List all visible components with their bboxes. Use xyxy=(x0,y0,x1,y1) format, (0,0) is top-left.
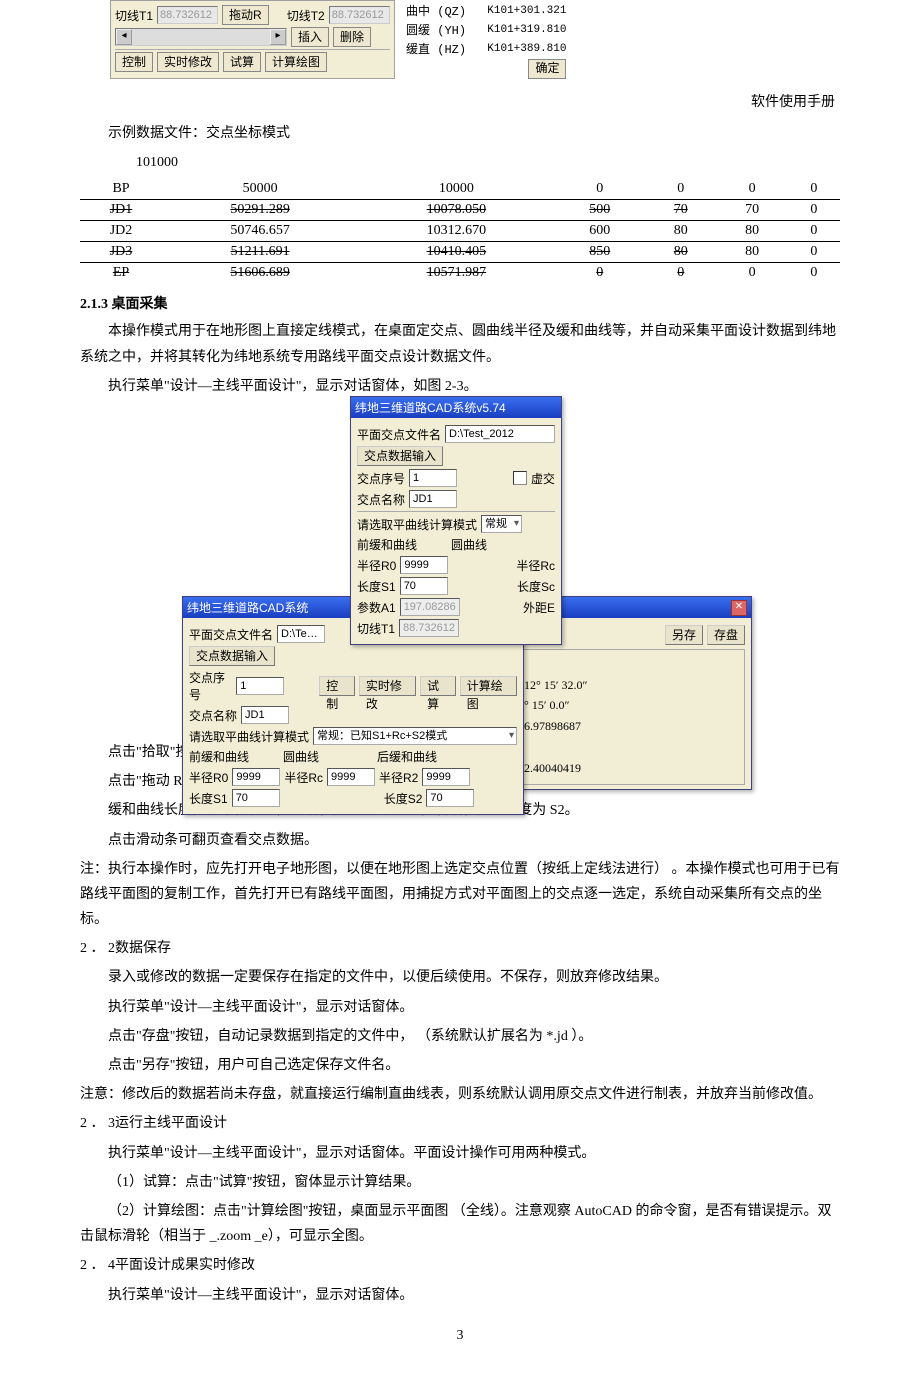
file-label: 平面交点文件名 xyxy=(357,426,441,443)
t2-field[interactable]: 88.732612 xyxy=(329,6,390,24)
p23b: （1）试算：点击"试算"按钮，窗体显示计算结果。 xyxy=(80,1170,840,1195)
qz-label: 曲中 (QZ) xyxy=(406,2,466,19)
calc2-button[interactable]: 试算 xyxy=(420,676,456,696)
p-scroll: 点击滑动条可翻页查看交点数据。 xyxy=(80,828,840,853)
dialog-main: 纬地三维道路CAD系统v5.74 平面交点文件名D:\Test_2012 交点数… xyxy=(350,396,562,645)
doc-header: 软件使用手册 xyxy=(80,91,840,111)
scroll-left-icon[interactable]: ◂ xyxy=(116,29,132,45)
s22-label: 长度S2 xyxy=(384,790,423,807)
page-number: 3 xyxy=(80,1328,840,1344)
p22d: 点击"另存"按钮，用户可自己选定保存文件名。 xyxy=(80,1053,840,1078)
insert-button[interactable]: 插入 xyxy=(291,27,329,47)
name2-label: 交点名称 xyxy=(189,707,237,724)
file2-label: 平面交点文件名 xyxy=(189,626,273,643)
hz-val: K101+389.810 xyxy=(487,43,566,55)
control-button[interactable]: 控制 xyxy=(115,52,153,72)
save-button[interactable]: 存盘 xyxy=(707,625,745,645)
r02-field[interactable]: 9999 xyxy=(232,768,280,786)
t1d-label: 切线T1 xyxy=(357,620,395,637)
file-field[interactable]: D:\Test_2012 xyxy=(445,425,555,443)
seq-field[interactable]: 1 xyxy=(409,469,457,487)
live-edit-button[interactable]: 实时修改 xyxy=(157,52,219,72)
t2-label: 切线T2 xyxy=(287,7,325,24)
p22b: 执行菜单"设计—主线平面设计"，显示对话窗体。 xyxy=(80,995,840,1020)
p23c: （2）计算绘图：点击"计算绘图"按钮，桌面显示平面图 （全线）。注意观察 Aut… xyxy=(80,1199,840,1249)
scrollbar[interactable]: ◂ ▸ xyxy=(115,28,287,46)
s12-field[interactable]: 70 xyxy=(232,789,280,807)
sample-start: 101000 xyxy=(80,150,840,175)
mode-label: 请选取平曲线计算模式 xyxy=(357,516,477,533)
trial-calc-button[interactable]: 试算 xyxy=(223,52,261,72)
heading-24: 2 ． 4平面设计成果实时修改 xyxy=(80,1253,840,1278)
r0-field[interactable]: 9999 xyxy=(400,556,448,574)
seq-label: 交点序号 xyxy=(357,470,405,487)
t1d-field[interactable]: 88.732612 xyxy=(399,619,459,637)
grp23-label: 后缓和曲线 xyxy=(377,748,437,765)
heading-22: 2 ． 2数据保存 xyxy=(80,936,840,961)
live2-button[interactable]: 实时修改 xyxy=(359,676,416,696)
virtual-label: 虚交 xyxy=(531,470,555,487)
grp1-label: 前缓和曲线 xyxy=(357,536,447,553)
grp22-label: 圆曲线 xyxy=(283,748,373,765)
qz-val: K101+301.321 xyxy=(487,5,566,17)
virtual-checkbox[interactable] xyxy=(513,471,527,485)
sample-caption: 示例数据文件：交点坐标模式 xyxy=(80,121,840,146)
s22-field[interactable]: 70 xyxy=(426,789,474,807)
grp2-label: 圆曲线 xyxy=(451,536,487,553)
s1-label: 长度S1 xyxy=(357,578,396,595)
a1-field[interactable]: 197.08286 xyxy=(400,598,460,616)
p22note: 注意：修改后的数据若尚未存盘，就直接运行编制直曲线表，则系统默认调用原交点文件进… xyxy=(80,1082,840,1107)
name2-field[interactable]: JD1 xyxy=(241,706,289,724)
rc2-label: 半径Rc xyxy=(284,769,323,786)
grp21-label: 前缓和曲线 xyxy=(189,748,279,765)
draw-button[interactable]: 计算绘图 xyxy=(265,52,327,72)
dialog1-title: 纬地三维道路CAD系统v5.74 xyxy=(355,399,506,416)
data-table: BP50000100000000 JD150291.28910078.05050… xyxy=(80,179,840,283)
input2-button[interactable]: 交点数据输入 xyxy=(189,646,275,666)
p23a: 执行菜单"设计—主线平面设计"，显示对话窗体。平面设计操作可用两种模式。 xyxy=(80,1141,840,1166)
yh-label: 圆缓 (YH) xyxy=(406,21,466,38)
delete-button[interactable]: 删除 xyxy=(333,27,371,47)
dialog2-title: 纬地三维道路CAD系统 xyxy=(187,599,308,616)
seq2-label: 交点序号 xyxy=(189,669,232,703)
r0-label: 半径R0 xyxy=(357,557,396,574)
drag-r-button[interactable]: 拖动R xyxy=(222,5,269,25)
file2-field[interactable]: D:\Te… xyxy=(277,625,325,643)
p-note: 注：执行本操作时，应先打开电子地形图，以便在地形图上选定交点位置（按纸上定线法进… xyxy=(80,857,840,933)
r02-label: 半径R0 xyxy=(189,769,228,786)
save-as-button[interactable]: 另存 xyxy=(665,625,703,645)
ok-button[interactable]: 确定 xyxy=(528,59,566,79)
p22c: 点击"存盘"按钮，自动记录数据到指定的文件中， （系统默认扩展名为 *.jd ）… xyxy=(80,1024,840,1049)
e-label: 外距E xyxy=(523,599,555,616)
mode2-label: 请选取平曲线计算模式 xyxy=(189,728,309,745)
r22-label: 半径R2 xyxy=(379,769,418,786)
a1-label: 参数A1 xyxy=(357,599,396,616)
r22-field[interactable]: 9999 xyxy=(422,768,470,786)
ctrl2-button[interactable]: 控制 xyxy=(319,676,355,696)
scroll-right-icon[interactable]: ▸ xyxy=(270,29,286,45)
close-icon[interactable]: ✕ xyxy=(731,600,747,616)
p213a: 本操作模式用于在地形图上直接定线模式，在桌面定交点、圆曲线半径及缓和曲线等，并自… xyxy=(80,319,840,369)
jd-name-field[interactable]: JD1 xyxy=(409,490,457,508)
rc-label: 半径Rc xyxy=(516,557,555,574)
s12-label: 长度S1 xyxy=(189,790,228,807)
heading-23: 2 ． 3运行主线平面设计 xyxy=(80,1111,840,1136)
hz-label: 缓直 (HZ) xyxy=(406,40,466,57)
s1-field[interactable]: 70 xyxy=(400,577,448,595)
top-ui-fragment: 切线T1 88.732612 拖动R 切线T2 88.732612 ◂ ▸ 插入… xyxy=(110,0,840,81)
sc-label: 长度Sc xyxy=(517,578,555,595)
mode-select[interactable]: 常规 xyxy=(481,515,522,533)
input-button[interactable]: 交点数据输入 xyxy=(357,446,443,466)
p22a: 录入或修改的数据一定要保存在指定的文件中，以便后续使用。不保存，则放弃修改结果。 xyxy=(80,965,840,990)
heading-213: 2.1.3 桌面采集 xyxy=(80,293,840,313)
draw2-button[interactable]: 计算绘图 xyxy=(460,676,517,696)
yh-val: K101+319.810 xyxy=(487,24,566,36)
t1-label: 切线T1 xyxy=(115,7,153,24)
mode2-select[interactable]: 常规：已知S1+Rc+S2模式 xyxy=(313,727,517,745)
jd-name-label: 交点名称 xyxy=(357,491,405,508)
seq2-field[interactable]: 1 xyxy=(236,677,284,695)
p24a: 执行菜单"设计—主线平面设计"，显示对话窗体。 xyxy=(80,1283,840,1308)
rc2-field[interactable]: 9999 xyxy=(327,768,375,786)
t1-field[interactable]: 88.732612 xyxy=(157,6,218,24)
